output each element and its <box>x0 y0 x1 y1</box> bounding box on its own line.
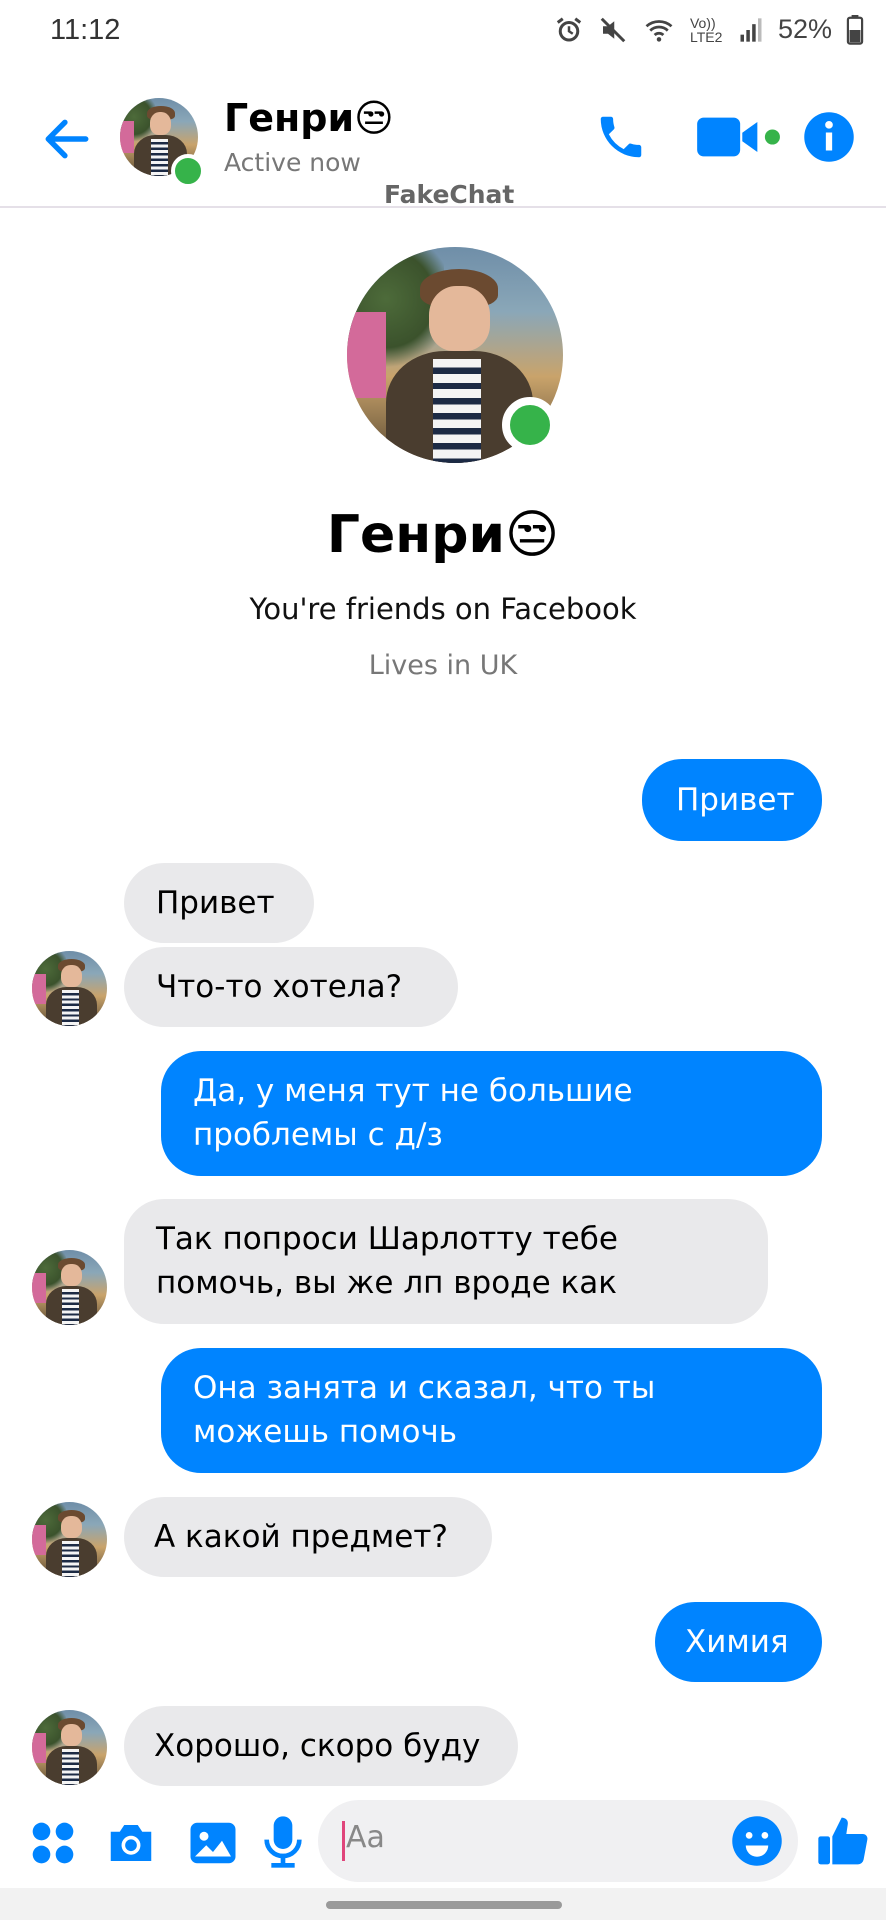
signal-icon <box>740 17 762 42</box>
message-avatar[interactable] <box>32 1502 107 1577</box>
message-outgoing[interactable]: Она занята и сказал, что ты можешь помоч… <box>161 1348 822 1473</box>
message-input[interactable] <box>318 1800 798 1882</box>
video-icon[interactable] <box>695 110 781 164</box>
home-indicator[interactable] <box>326 1901 562 1909</box>
back-arrow-icon[interactable] <box>42 114 92 164</box>
message-incoming[interactable]: Так попроси Шарлотту тебе помочь, вы же … <box>124 1199 768 1324</box>
like-icon[interactable] <box>816 1812 872 1870</box>
info-icon[interactable] <box>802 110 856 164</box>
message-input-placeholder: Aa <box>346 1820 385 1855</box>
emoji-icon[interactable] <box>730 1814 784 1868</box>
text-cursor <box>342 1821 345 1861</box>
message-outgoing[interactable]: Привет <box>642 759 822 841</box>
battery-icon <box>846 14 864 45</box>
location-text: Lives in UK <box>368 650 518 681</box>
online-indicator <box>171 154 205 188</box>
contact-name[interactable]: Генри😒 <box>224 96 394 140</box>
message-avatar[interactable] <box>32 951 107 1026</box>
battery-percent: 52% <box>777 14 832 44</box>
status-time: 11:12 <box>50 14 121 46</box>
contact-status: Active now <box>224 148 361 177</box>
message-outgoing[interactable]: Химия <box>655 1602 822 1682</box>
message-incoming[interactable]: Что-то хотела? <box>124 947 458 1027</box>
gallery-icon[interactable] <box>186 1816 240 1870</box>
alarm-icon <box>556 17 582 41</box>
watermark: FakeChat <box>384 180 515 209</box>
message-incoming[interactable]: А какой предмет? <box>124 1497 492 1577</box>
mic-icon[interactable] <box>262 1814 304 1870</box>
profile-name: Генри😒 <box>326 505 560 565</box>
message-avatar[interactable] <box>32 1250 107 1325</box>
status-icons: Vo)) LTE2 52% <box>554 14 864 45</box>
phone-icon[interactable] <box>594 110 648 164</box>
message-incoming[interactable]: Хорошо, скоро буду <box>124 1706 518 1786</box>
wifi-icon <box>645 19 673 42</box>
network-label: Vo)) LTE2 <box>689 14 723 45</box>
camera-icon[interactable] <box>104 1816 158 1870</box>
mute-icon <box>600 17 626 42</box>
friends-text: You're friends on Facebook <box>249 592 637 626</box>
message-incoming[interactable]: Привет <box>124 863 314 943</box>
message-outgoing[interactable]: Да, у меня тут не большие проблемы с д/з <box>161 1051 822 1176</box>
message-avatar[interactable] <box>32 1710 107 1785</box>
profile-online-indicator <box>502 397 558 453</box>
apps-icon[interactable] <box>30 1820 76 1866</box>
